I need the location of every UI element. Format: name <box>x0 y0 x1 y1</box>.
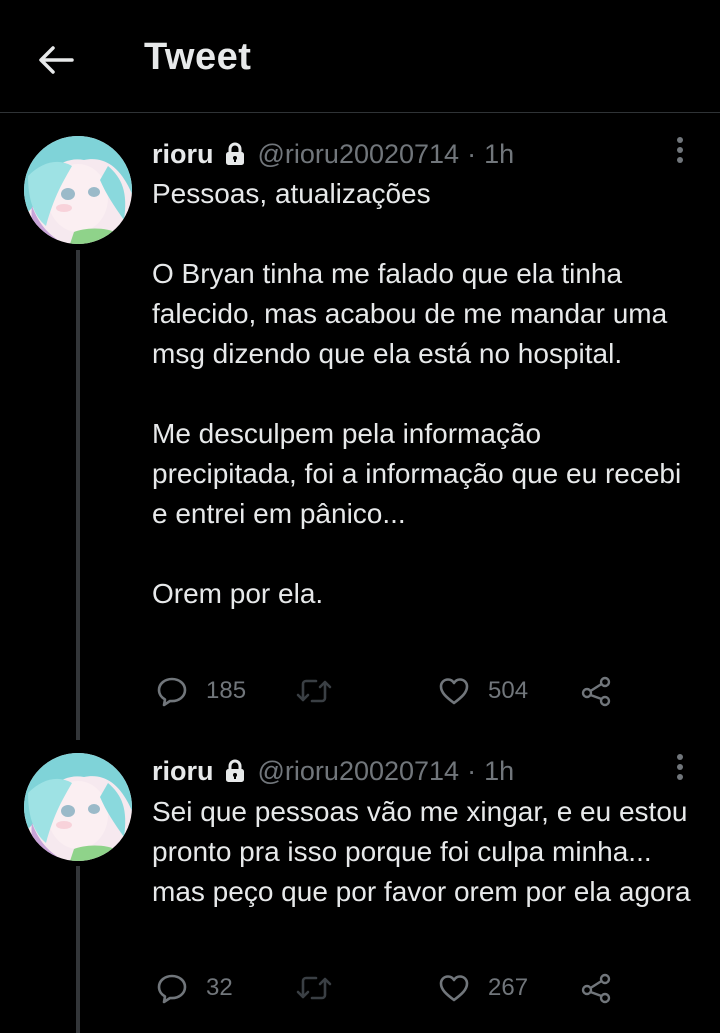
retweet-button[interactable] <box>296 968 332 1008</box>
share-button[interactable] <box>580 671 612 711</box>
back-button[interactable] <box>34 38 78 82</box>
reply-button[interactable]: 185 <box>156 671 246 711</box>
tweet-actions: 185 504 <box>152 671 672 711</box>
tweet-text: Sei que pessoas vão me xingar, e eu esto… <box>152 796 691 907</box>
reply-count: 185 <box>206 677 247 704</box>
timestamp[interactable]: 1h <box>484 756 514 787</box>
tweet-text: Pessoas, atualizações O Bryan tinha me f… <box>152 178 682 609</box>
timestamp[interactable]: 1h <box>484 139 514 170</box>
share-icon <box>581 676 611 707</box>
reply-icon <box>157 677 187 707</box>
retweet-icon <box>296 976 332 1000</box>
like-button[interactable]: 504 <box>438 671 528 711</box>
thread-connector <box>76 866 80 1033</box>
more-options-button[interactable] <box>662 132 698 168</box>
avatar[interactable] <box>24 753 132 861</box>
tweet-actions: 32 267 <box>152 968 672 1008</box>
like-button[interactable]: 267 <box>438 968 528 1008</box>
share-button[interactable] <box>580 968 612 1008</box>
avatar-image <box>24 136 132 244</box>
share-icon <box>581 973 611 1004</box>
tweet-meta: rioru @rioru20020714 · 1h <box>152 136 514 172</box>
reply-count: 32 <box>206 974 233 1001</box>
avatar[interactable] <box>24 136 132 244</box>
avatar-image <box>24 753 132 861</box>
like-count: 504 <box>488 677 529 704</box>
separator-dot: · <box>467 138 477 169</box>
author-handle[interactable]: @rioru20020714 <box>258 139 460 170</box>
more-options-button[interactable] <box>662 749 698 785</box>
author-handle[interactable]: @rioru20020714 <box>258 756 460 787</box>
more-icon <box>677 137 683 163</box>
author-name[interactable]: rioru <box>152 139 214 170</box>
back-arrow-icon <box>39 46 74 74</box>
tweet-meta: rioru @rioru20020714 · 1h <box>152 753 514 789</box>
top-bar: Tweet <box>0 0 720 113</box>
like-icon <box>439 678 469 705</box>
page-title: Tweet <box>144 36 252 78</box>
retweet-icon <box>296 679 332 703</box>
more-icon <box>677 754 683 780</box>
reply-icon <box>157 974 187 1004</box>
like-count: 267 <box>488 974 529 1001</box>
separator-dot: · <box>467 755 477 786</box>
retweet-button[interactable] <box>296 671 332 711</box>
author-name[interactable]: rioru <box>152 756 214 787</box>
like-icon <box>439 975 469 1002</box>
lock-icon <box>222 141 248 167</box>
reply-button[interactable]: 32 <box>156 968 233 1008</box>
thread-connector <box>76 250 80 740</box>
lock-icon <box>222 758 248 784</box>
